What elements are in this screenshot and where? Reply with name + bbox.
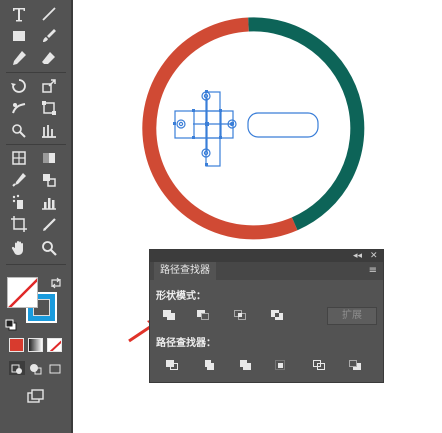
artwork-canvas [130, 10, 370, 250]
panel-menu-icon[interactable]: ≡ [369, 264, 377, 278]
panel-titlebar[interactable] [150, 250, 383, 262]
toolbar-separator [6, 144, 66, 145]
ring-teal-arc [248, 17, 365, 231]
tools-panel [0, 0, 73, 433]
toolbar-separator [6, 264, 66, 265]
mesh-icon[interactable] [8, 148, 30, 168]
gradient-icon[interactable] [38, 148, 60, 168]
outline-icon[interactable] [310, 357, 328, 373]
draw-normal-icon[interactable] [9, 361, 25, 375]
toolbar-separator [6, 72, 66, 73]
eyedropper-icon[interactable] [8, 170, 30, 190]
symbol-sprayer-icon[interactable] [8, 192, 30, 212]
selected-shape-group [173, 90, 319, 167]
none-mode-button[interactable] [47, 338, 62, 352]
minus-back-icon[interactable] [346, 357, 364, 373]
draw-inside-icon[interactable] [47, 361, 63, 375]
tab-pathfinder[interactable]: 路径查找器 [154, 262, 216, 280]
intersect-icon[interactable] [231, 307, 249, 323]
slice-icon[interactable] [38, 214, 60, 234]
column-graph-icon[interactable] [38, 192, 60, 212]
pathfinder-panel: ◂◂ ✕ 路径查找器 ≡ 形状模式： 扩展 路径查找器： [150, 250, 383, 382]
default-colors-icon[interactable] [5, 316, 17, 331]
paintbrush-icon[interactable] [38, 26, 60, 46]
crop-icon[interactable] [271, 357, 289, 373]
rectangle-icon[interactable] [8, 26, 30, 46]
scale-icon[interactable] [38, 76, 60, 96]
divide-icon[interactable] [163, 357, 181, 373]
fill-swatch-none[interactable] [7, 277, 38, 308]
type-icon[interactable] [8, 4, 30, 24]
warp-icon[interactable] [8, 98, 30, 118]
blend-icon[interactable] [38, 170, 60, 190]
expand-button[interactable]: 扩展 [327, 307, 377, 325]
draw-behind-icon[interactable] [28, 361, 44, 375]
toolbar-edge [71, 0, 73, 433]
unite-icon[interactable] [160, 307, 178, 323]
zoom-icon[interactable] [38, 238, 60, 258]
ring-red-arc [142, 17, 298, 240]
hand-icon[interactable] [8, 238, 30, 258]
swap-fill-stroke-icon[interactable] [50, 274, 62, 289]
free-transform-icon[interactable] [38, 98, 60, 118]
rotate-icon[interactable] [8, 76, 30, 96]
exclude-icon[interactable] [268, 307, 286, 323]
screen-mode-icon[interactable] [26, 388, 46, 404]
shape-modes-label: 形状模式： [156, 291, 206, 302]
trim-icon[interactable] [200, 357, 218, 373]
gradient-mode-button[interactable] [28, 338, 43, 352]
pathfinders-label: 路径查找器： [156, 338, 216, 349]
minus-front-icon[interactable] [194, 307, 212, 323]
pencil-icon[interactable] [8, 48, 30, 68]
merge-icon[interactable] [236, 357, 254, 373]
collapse-panel-button[interactable]: ◂◂ [353, 250, 362, 262]
eraser-icon[interactable] [38, 48, 60, 68]
perspective-icon[interactable] [38, 120, 60, 140]
color-mode-button[interactable] [9, 338, 24, 352]
shape-builder-icon[interactable] [8, 120, 30, 140]
line-segment-icon[interactable] [38, 4, 60, 24]
artboard-icon[interactable] [8, 214, 30, 234]
close-panel-button[interactable]: ✕ [370, 250, 378, 262]
